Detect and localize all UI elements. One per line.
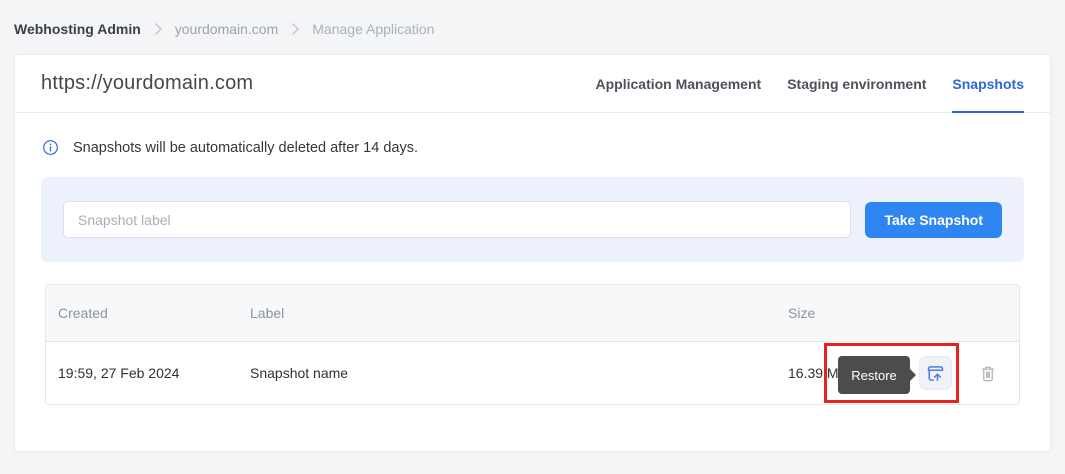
page-title: https://yourdomain.com (41, 72, 253, 95)
cell-created: 19:59, 27 Feb 2024 (46, 365, 250, 381)
restore-box-arrow-up-icon (925, 363, 946, 384)
table-row: 19:59, 27 Feb 2024 Snapshot name 16.39 M… (46, 342, 1019, 404)
breadcrumb-item-webhosting-admin[interactable]: Webhosting Admin (14, 21, 141, 37)
tab-snapshots[interactable]: Snapshots (952, 55, 1024, 113)
application-card: https://yourdomain.com Application Manag… (14, 54, 1051, 452)
column-header-created: Created (46, 305, 250, 321)
info-banner: Snapshots will be automatically deleted … (15, 113, 1050, 177)
tab-bar: Application Management Staging environme… (596, 55, 1025, 112)
chevron-right-icon (154, 23, 162, 35)
info-circle-icon (41, 138, 60, 157)
trash-icon (978, 363, 998, 384)
snapshot-form-panel: Take Snapshot (41, 177, 1024, 262)
breadcrumb-item-manage-application[interactable]: Manage Application (312, 21, 434, 37)
snapshots-table: Created Label Size 19:59, 27 Feb 2024 Sn… (45, 284, 1020, 405)
restore-button[interactable] (919, 356, 952, 390)
take-snapshot-button[interactable]: Take Snapshot (865, 202, 1002, 238)
delete-snapshot-button[interactable] (978, 363, 998, 384)
card-header: https://yourdomain.com Application Manag… (15, 55, 1050, 113)
table-header-row: Created Label Size (46, 285, 1019, 342)
info-message: Snapshots will be automatically deleted … (73, 140, 418, 156)
row-actions (919, 356, 1019, 390)
page: Webhosting Admin yourdomain.com Manage A… (0, 0, 1065, 452)
tab-application-management[interactable]: Application Management (596, 55, 762, 113)
breadcrumb-item-yourdomain[interactable]: yourdomain.com (175, 21, 279, 37)
chevron-right-icon (291, 23, 299, 35)
cell-label: Snapshot name (250, 365, 788, 381)
tab-staging-environment[interactable]: Staging environment (787, 55, 926, 113)
snapshot-label-input[interactable] (63, 201, 851, 238)
column-header-size: Size (788, 305, 919, 321)
breadcrumb: Webhosting Admin yourdomain.com Manage A… (0, 0, 1065, 54)
restore-tooltip: Restore (838, 356, 910, 394)
column-header-label: Label (250, 305, 788, 321)
